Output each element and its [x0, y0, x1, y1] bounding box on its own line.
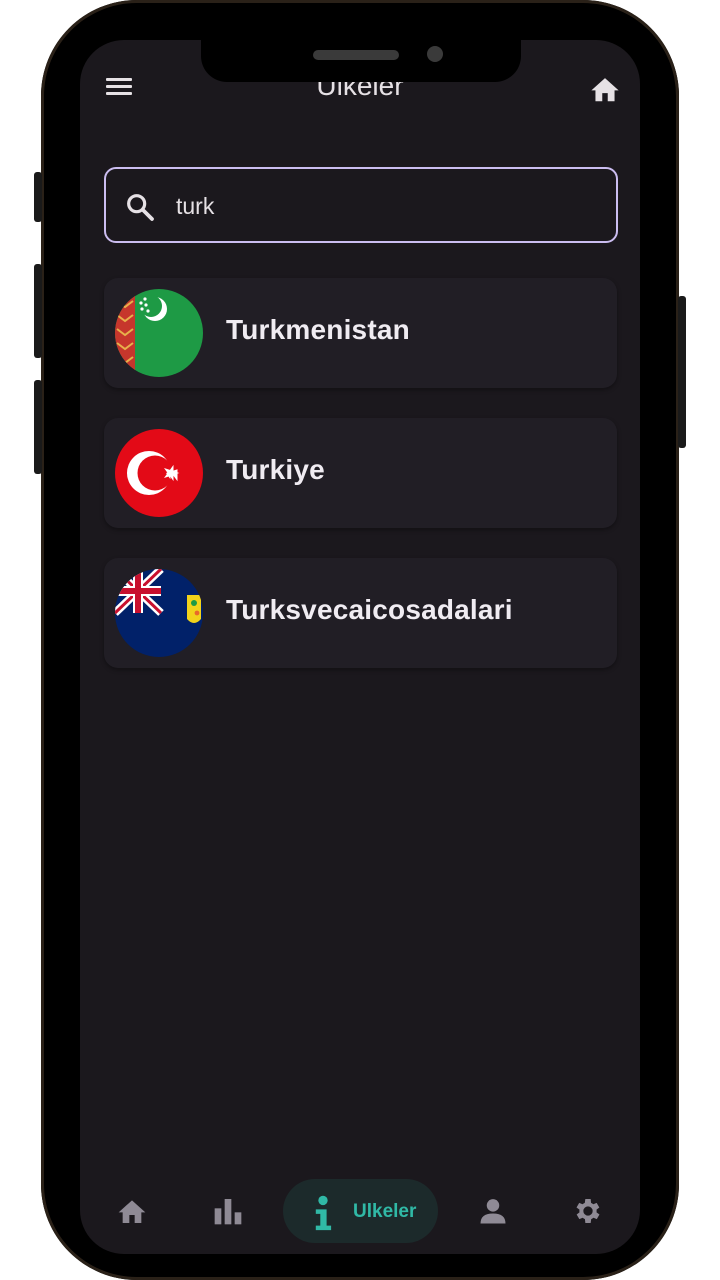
- nav-countries-label: Ulkeler: [353, 1201, 417, 1222]
- bottom-navigation: Ulkeler: [80, 1166, 640, 1254]
- phone-power-button: [678, 296, 686, 448]
- person-icon: [480, 1199, 506, 1224]
- speaker: [313, 50, 399, 60]
- country-card-turkmenistan[interactable]: Turkmenistan: [104, 278, 617, 388]
- phone-side-button: [34, 264, 42, 358]
- search-field[interactable]: [104, 167, 618, 243]
- turkmenistan-flag-icon: [115, 289, 203, 377]
- nav-profile[interactable]: [478, 1180, 508, 1240]
- country-name: Turkiye: [226, 454, 325, 485]
- nav-home[interactable]: [116, 1180, 148, 1240]
- gear-icon: [576, 1199, 600, 1223]
- home-icon: [118, 1200, 146, 1223]
- search-icon: [124, 191, 156, 223]
- nav-settings[interactable]: [572, 1180, 604, 1240]
- turkiye-flag-icon: [115, 429, 203, 517]
- home-icon[interactable]: [588, 74, 622, 104]
- camera: [427, 46, 443, 62]
- phone-notch: [201, 38, 521, 82]
- info-icon: [315, 1195, 332, 1231]
- country-card-turkiye[interactable]: Turkiye: [104, 418, 617, 528]
- country-name: Turksvecaicosadalari: [226, 594, 513, 625]
- nav-stats[interactable]: [212, 1180, 244, 1240]
- nav-countries[interactable]: Ulkeler: [283, 1179, 438, 1243]
- search-input[interactable]: [174, 183, 598, 229]
- phone-side-button: [34, 172, 42, 222]
- country-name: Turkmenistan: [226, 314, 410, 345]
- app-screen: Ulkeler turk Turkmenistan Turkiye Turksv…: [80, 40, 640, 1254]
- turks-caicos-flag-icon: [115, 569, 203, 657]
- bar-chart-icon: [214, 1199, 242, 1225]
- phone-side-button: [34, 380, 42, 474]
- country-card-turks-caicos[interactable]: Turksvecaicosadalari: [104, 558, 617, 668]
